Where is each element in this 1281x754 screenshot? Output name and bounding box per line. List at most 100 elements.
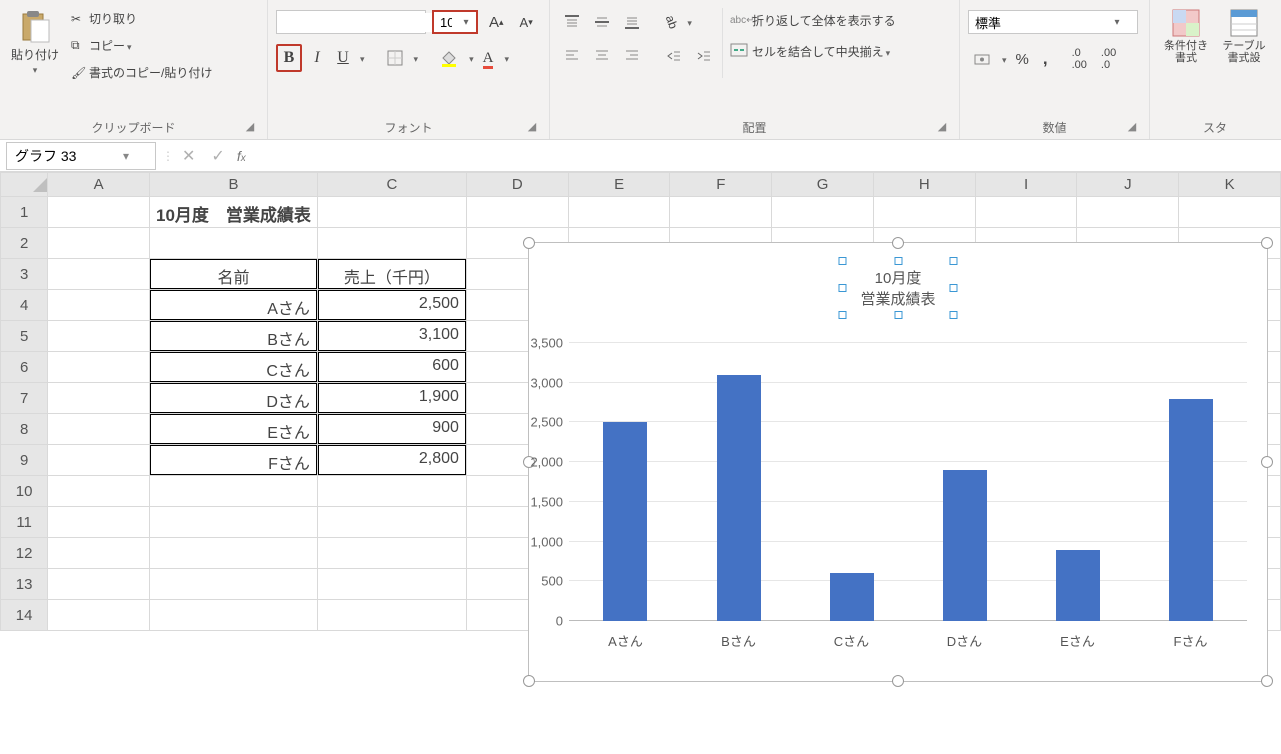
cut-button[interactable]: ✂ 切り取り: [68, 8, 215, 29]
number-format-combo[interactable]: ▾: [968, 10, 1138, 34]
cell[interactable]: [48, 507, 150, 538]
name-box-input[interactable]: [7, 144, 117, 168]
cell[interactable]: [150, 538, 318, 569]
comma-button[interactable]: ,: [1038, 46, 1053, 72]
fx-icon[interactable]: fx: [233, 148, 256, 164]
cell[interactable]: [48, 352, 150, 383]
row-header[interactable]: 5: [1, 321, 48, 352]
cell[interactable]: [48, 600, 150, 631]
resize-handle[interactable]: [1261, 237, 1273, 249]
cell[interactable]: 3,100: [317, 321, 466, 352]
align-left-button[interactable]: [558, 44, 586, 68]
col-header[interactable]: B: [150, 173, 318, 197]
percent-button[interactable]: %: [1011, 48, 1034, 71]
bold-button[interactable]: B: [276, 44, 302, 72]
chevron-down-icon[interactable]: ▾: [1109, 17, 1125, 28]
cell[interactable]: [48, 290, 150, 321]
clipboard-launcher[interactable]: ◢: [243, 120, 257, 134]
worksheet-grid[interactable]: A B C D E F G H I J K 110月度 営業成績表23名前売上（…: [0, 172, 1281, 631]
underline-button[interactable]: U: [332, 46, 354, 70]
cell[interactable]: 10月度 営業成績表: [150, 197, 318, 228]
cell[interactable]: [317, 197, 466, 228]
cell[interactable]: [873, 197, 975, 228]
col-header[interactable]: K: [1179, 173, 1281, 197]
cell[interactable]: [150, 228, 318, 259]
merge-center-button[interactable]: セルを結合して中央揃え: [727, 41, 899, 62]
cell[interactable]: 600: [317, 352, 466, 383]
fill-dd[interactable]: [467, 51, 474, 65]
cell[interactable]: Aさん: [150, 290, 318, 321]
fill-color-button[interactable]: [435, 46, 463, 70]
cell[interactable]: 900: [317, 414, 466, 445]
wrap-text-button[interactable]: abc↵ 折り返して全体を表示する: [727, 10, 899, 31]
currency-button[interactable]: [968, 47, 996, 71]
cell[interactable]: [317, 569, 466, 600]
select-all-corner[interactable]: [1, 173, 48, 197]
decrease-font-button[interactable]: A▾: [515, 12, 538, 33]
cell[interactable]: Cさん: [150, 352, 318, 383]
orientation-button[interactable]: ab: [660, 12, 683, 32]
column-headers[interactable]: A B C D E F G H I J K: [1, 173, 1281, 197]
row-header[interactable]: 12: [1, 538, 48, 569]
align-center-button[interactable]: [588, 44, 616, 68]
indent-decrease-button[interactable]: [660, 44, 688, 68]
cell[interactable]: [48, 476, 150, 507]
title-handle[interactable]: [950, 284, 958, 292]
cell[interactable]: [150, 569, 318, 600]
row-header[interactable]: 3: [1, 259, 48, 290]
align-right-button[interactable]: [618, 44, 646, 68]
chart-bar[interactable]: [717, 375, 761, 621]
col-header[interactable]: C: [317, 173, 466, 197]
cell[interactable]: 売上（千円）: [317, 259, 466, 290]
font-size-input[interactable]: [434, 13, 458, 32]
formula-input[interactable]: [256, 144, 1281, 168]
row-header[interactable]: 6: [1, 352, 48, 383]
chart-plot-area[interactable]: 05001,0001,5002,0002,5003,0003,500AさんBさん…: [569, 343, 1247, 621]
title-handle[interactable]: [894, 311, 902, 319]
cell[interactable]: [48, 259, 150, 290]
cell[interactable]: 2,800: [317, 445, 466, 476]
number-launcher[interactable]: ◢: [1125, 120, 1139, 134]
col-header[interactable]: D: [466, 173, 568, 197]
conditional-formatting-button[interactable]: 条件付き書式: [1158, 4, 1214, 68]
chart-bar[interactable]: [1169, 399, 1213, 621]
chart-object[interactable]: 10月度 営業成績表 05001,0001,5002,0002,5003,000…: [528, 242, 1268, 682]
title-handle[interactable]: [838, 257, 846, 265]
increase-decimal-button[interactable]: .0.00: [1067, 44, 1092, 74]
cell[interactable]: [48, 414, 150, 445]
chevron-down-icon[interactable]: ▾: [117, 149, 135, 163]
copy-button[interactable]: ⧉ コピー: [68, 35, 215, 56]
align-top-button[interactable]: [558, 10, 586, 34]
underline-dd[interactable]: [358, 51, 365, 65]
cell[interactable]: [48, 321, 150, 352]
cell[interactable]: 名前: [150, 259, 318, 290]
number-format-input[interactable]: [969, 13, 1109, 32]
cell[interactable]: [150, 507, 318, 538]
enter-formula-button[interactable]: ✓: [203, 146, 232, 166]
align-bottom-button[interactable]: [618, 10, 646, 34]
name-box[interactable]: ▾: [6, 142, 156, 170]
row-header[interactable]: 11: [1, 507, 48, 538]
chart-bar[interactable]: [943, 470, 987, 621]
row-header[interactable]: 8: [1, 414, 48, 445]
row-header[interactable]: 14: [1, 600, 48, 631]
cell[interactable]: [1077, 197, 1179, 228]
cell[interactable]: [317, 476, 466, 507]
title-handle[interactable]: [950, 257, 958, 265]
align-middle-button[interactable]: [588, 10, 616, 34]
font-size-combo[interactable]: ▾: [432, 10, 478, 34]
format-painter-button[interactable]: 🖌 書式のコピー/貼り付け: [68, 62, 215, 83]
col-header[interactable]: J: [1077, 173, 1179, 197]
align-launcher[interactable]: ◢: [935, 120, 949, 134]
cell[interactable]: [466, 197, 568, 228]
row-header[interactable]: 9: [1, 445, 48, 476]
resize-handle[interactable]: [892, 237, 904, 249]
chart-bar[interactable]: [1056, 550, 1100, 621]
row-header[interactable]: 4: [1, 290, 48, 321]
orientation-dd[interactable]: [685, 15, 692, 29]
resize-handle[interactable]: [1261, 456, 1273, 468]
cell[interactable]: [48, 197, 150, 228]
cell[interactable]: [48, 569, 150, 600]
cell[interactable]: [772, 197, 874, 228]
cell[interactable]: [317, 507, 466, 538]
